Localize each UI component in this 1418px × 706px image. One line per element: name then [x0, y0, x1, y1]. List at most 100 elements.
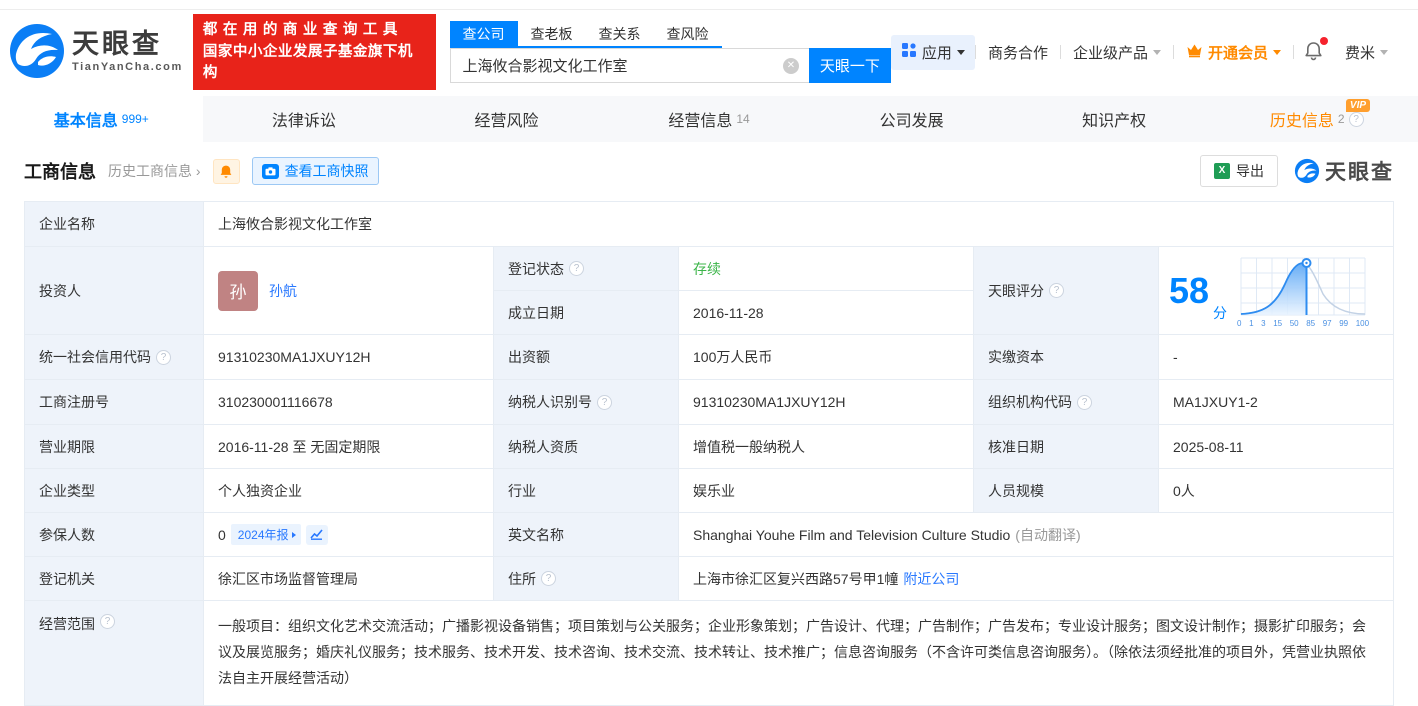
tab-badge: 999+ [122, 112, 149, 126]
uscc-label: 统一社会信用代码? [25, 335, 204, 380]
address-value: 上海市徐汇区复兴西路57号甲1幢 附近公司 [679, 557, 1393, 601]
header-nav: 应用 商务合作 企业级产品 开通会员 [891, 35, 1400, 70]
slogan-line1: 都在用的商业查询工具 [203, 20, 426, 41]
help-icon[interactable]: ? [1349, 112, 1364, 127]
paidin-label: 实缴资本 [974, 335, 1159, 380]
tab-legal[interactable]: 法律诉讼 [203, 96, 406, 142]
tab-intellectual-property[interactable]: 知识产权 [1013, 96, 1216, 142]
nearby-companies-link[interactable]: 附近公司 [903, 569, 959, 589]
tab-badge: 14 [736, 112, 749, 126]
company-tabs: 基本信息 999+ 法律诉讼 经营风险 经营信息 14 公司发展 知识产权 VI… [0, 96, 1418, 142]
tab-company-development[interactable]: 公司发展 [810, 96, 1013, 142]
snapshot-button[interactable]: 查看工商快照 [252, 157, 379, 185]
export-button[interactable]: X 导出 [1200, 155, 1278, 187]
investor-value: 孙 孙航 [204, 247, 494, 335]
cooperation-link[interactable]: 商务合作 [976, 42, 1060, 63]
tab-label: 公司发展 [880, 107, 944, 131]
tab-label: 法律诉讼 [272, 107, 336, 131]
company-name-value: 上海攸合影视文化工作室 [204, 202, 1393, 247]
search-box: ✕ [450, 48, 809, 83]
help-icon[interactable]: ? [1049, 283, 1064, 298]
username: 费米 [1345, 42, 1375, 63]
tab-label: 历史信息 [1270, 107, 1334, 131]
help-icon[interactable]: ? [100, 614, 115, 629]
vip-badge: VIP [1346, 99, 1370, 112]
help-icon[interactable]: ? [156, 350, 171, 365]
logo-title: 天眼查 [72, 31, 183, 58]
english-name-label: 英文名称 [494, 513, 679, 557]
slogan-banner: 都在用的商业查询工具 国家中小企业发展子基金旗下机构 [193, 14, 436, 89]
clear-icon[interactable]: ✕ [783, 58, 799, 74]
investor-name-link[interactable]: 孙航 [269, 281, 297, 301]
tab-label: 基本信息 [54, 107, 118, 131]
tab-business-info[interactable]: 经营信息 14 [608, 96, 811, 142]
company-name-label: 企业名称 [25, 202, 204, 247]
annual-report-link[interactable]: 2024年报 [231, 524, 301, 545]
company-type-value: 个人独资企业 [204, 469, 494, 513]
vip-menu[interactable]: 开通会员 [1174, 42, 1293, 63]
search-tab-company[interactable]: 查公司 [450, 21, 518, 46]
notifications-button[interactable] [1294, 41, 1333, 64]
search-tab-risk[interactable]: 查风险 [654, 21, 722, 46]
slogan-line2: 国家中小企业发展子基金旗下机构 [203, 42, 426, 84]
chevron-down-icon [1380, 50, 1388, 55]
search-tab-boss[interactable]: 查老板 [518, 21, 586, 46]
tab-operation-risk[interactable]: 经营风险 [405, 96, 608, 142]
orgcode-label: 组织机构代码? [974, 380, 1159, 425]
tab-history-info[interactable]: VIP 历史信息 2 ? [1215, 96, 1418, 142]
score-unit: 分 [1213, 303, 1227, 323]
watermark-logo-text: 天眼查 [1325, 156, 1394, 186]
establish-date-value: 2016-11-28 [679, 291, 974, 335]
tab-badge: 2 [1338, 112, 1345, 126]
tianyancha-logo[interactable]: 天眼查 TianYanCha.com [8, 22, 183, 83]
help-icon[interactable]: ? [569, 261, 584, 276]
english-name-value: Shanghai Youhe Film and Television Cultu… [679, 513, 1393, 557]
trend-chart-button[interactable] [306, 525, 328, 545]
search-tab-relation[interactable]: 查关系 [586, 21, 654, 46]
help-icon[interactable]: ? [597, 395, 612, 410]
industry-label: 行业 [494, 469, 679, 513]
tab-basic-info[interactable]: 基本信息 999+ [0, 96, 203, 142]
orgcode-value: MA1JXUY1-2 [1159, 380, 1393, 425]
search-input[interactable] [451, 57, 783, 74]
term-value: 2016-11-28 至 无固定期限 [204, 425, 494, 469]
subscribe-bell-button[interactable] [213, 159, 240, 184]
auto-translate-note: (自动翻译) [1015, 525, 1080, 545]
help-icon[interactable]: ? [1077, 395, 1092, 410]
snapshot-label: 查看工商快照 [285, 161, 369, 181]
taxid-value: 91310230MA1JXUY12H [679, 380, 974, 425]
help-icon[interactable]: ? [541, 571, 556, 586]
chevron-down-icon [1153, 50, 1161, 55]
business-info-table: 企业名称 上海攸合影视文化工作室 投资人 孙 孙航 登记状态? 存续 天眼评分?… [24, 201, 1394, 706]
business-scope-value: 一般项目：组织文化艺术交流活动；广播影视设备销售；项目策划与公关服务；企业形象策… [204, 601, 1393, 705]
industry-value: 娱乐业 [679, 469, 974, 513]
enterprise-menu[interactable]: 企业级产品 [1061, 42, 1173, 63]
approval-date-label: 核准日期 [974, 425, 1159, 469]
taxid-label: 纳税人识别号? [494, 380, 679, 425]
excel-icon: X [1214, 163, 1230, 179]
regno-label: 工商注册号 [25, 380, 204, 425]
taxpayer-label: 纳税人资质 [494, 425, 679, 469]
establish-date-label: 成立日期 [494, 291, 679, 335]
chevron-down-icon [1273, 50, 1281, 55]
apps-menu[interactable]: 应用 [891, 35, 975, 70]
investor-avatar[interactable]: 孙 [218, 271, 258, 311]
grid-icon [901, 42, 917, 62]
watermark-logo: 天眼查 [1294, 156, 1394, 186]
score-number: 58 [1169, 273, 1209, 309]
history-business-info-link[interactable]: 历史工商信息 › [108, 161, 201, 181]
tab-label: 经营信息 [668, 107, 732, 131]
arrow-right-icon [292, 532, 296, 538]
top-strip [0, 0, 1418, 10]
apps-label: 应用 [922, 42, 952, 63]
crown-icon [1186, 43, 1203, 62]
site-header: 天眼查 TianYanCha.com 都在用的商业查询工具 国家中小企业发展子基… [0, 10, 1418, 96]
search-button[interactable]: 天眼一下 [809, 48, 891, 83]
section-header: 工商信息 历史工商信息 › 查看工商快照 X 导出 天眼查 [0, 142, 1418, 199]
score-distribution-chart: 01 315 5085 9799 100 [1237, 254, 1369, 328]
tianyancha-logo-icon [8, 22, 66, 83]
chevron-down-icon [957, 50, 965, 55]
user-menu[interactable]: 费米 [1333, 42, 1400, 63]
score-value[interactable]: 58 分 [1159, 247, 1393, 335]
approval-date-value: 2025-08-11 [1159, 425, 1393, 469]
